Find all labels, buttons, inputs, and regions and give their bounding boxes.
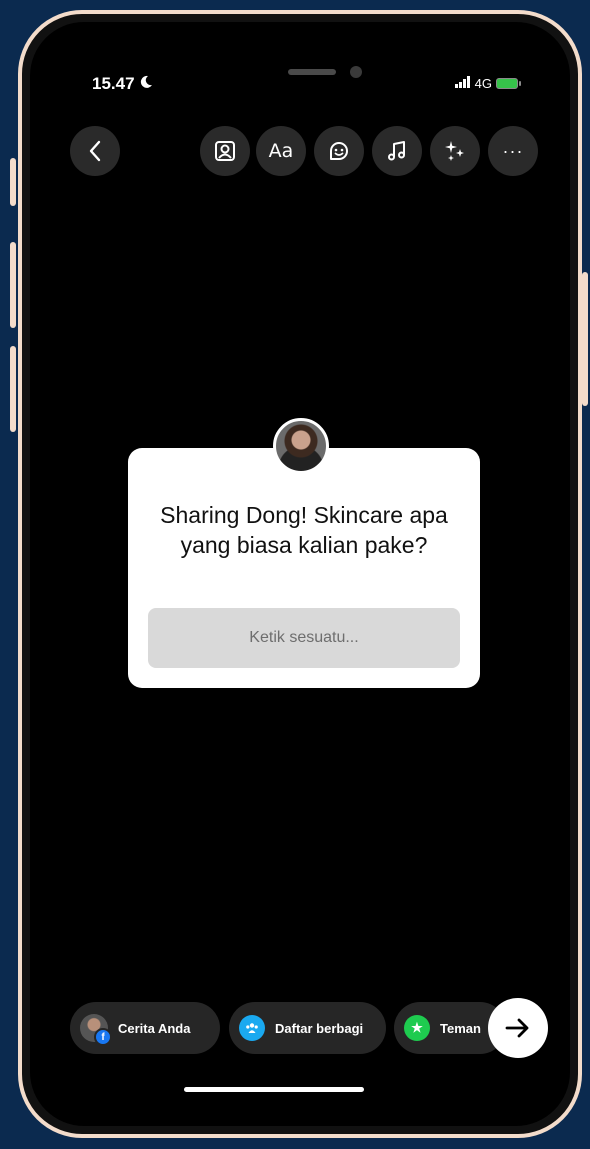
question-sticker[interactable]: Sharing Dong! Skincare apa yang biasa ka… [128, 418, 480, 688]
music-note-icon [388, 141, 405, 161]
share-target-label: Teman [440, 1020, 481, 1036]
more-button[interactable]: ··· [488, 126, 538, 176]
sparkles-icon [445, 141, 464, 161]
chevron-left-icon [89, 140, 101, 162]
text-button[interactable]: Aa [256, 126, 306, 176]
speaker [288, 69, 336, 75]
person-frame-icon [215, 141, 235, 161]
status-indicators: 4G [454, 76, 521, 91]
question-text: Sharing Dong! Skincare apa yang biasa ka… [160, 502, 448, 558]
profile-avatar-small: f [80, 1014, 112, 1046]
group-icon [239, 1015, 265, 1041]
next-button[interactable] [488, 998, 548, 1058]
sticker-icon [330, 142, 348, 160]
status-time: 15.47 [92, 74, 153, 94]
time-text: 15.47 [92, 74, 135, 93]
sticker-button[interactable] [314, 126, 364, 176]
front-camera [350, 66, 362, 78]
battery-icon [496, 78, 521, 89]
silent-switch [10, 158, 16, 206]
share-target-label: Cerita Anda [118, 1020, 191, 1036]
signal-icon [454, 76, 471, 91]
effects-button[interactable] [430, 126, 480, 176]
music-button[interactable] [372, 126, 422, 176]
more-icon: ··· [502, 140, 524, 161]
arrow-right-icon [505, 1018, 529, 1038]
answer-input[interactable]: Ketik sesuatu... [148, 608, 460, 668]
power-button [582, 272, 588, 406]
volume-down-button [10, 346, 16, 432]
profile-avatar [273, 418, 329, 474]
volume-up-button [10, 242, 16, 328]
text-icon: Aa [268, 140, 294, 162]
star-icon: ★ [404, 1015, 430, 1041]
network-type: 4G [474, 76, 492, 91]
back-button[interactable] [70, 126, 120, 176]
dynamic-island [260, 58, 372, 86]
phone-frame: 15.47 4G Aa ··· Sharing Dong! Skincare a… [18, 10, 582, 1138]
facebook-icon: f [94, 1028, 112, 1046]
share-list-button[interactable]: Daftar berbagi [229, 1002, 386, 1054]
mention-button[interactable] [200, 126, 250, 176]
share-your-story-button[interactable]: f Cerita Anda [70, 1002, 220, 1054]
phone-screen: 15.47 4G Aa ··· Sharing Dong! Skincare a… [30, 22, 570, 1126]
moon-icon [139, 74, 153, 94]
share-target-label: Daftar berbagi [275, 1020, 364, 1036]
home-indicator[interactable] [184, 1087, 364, 1092]
